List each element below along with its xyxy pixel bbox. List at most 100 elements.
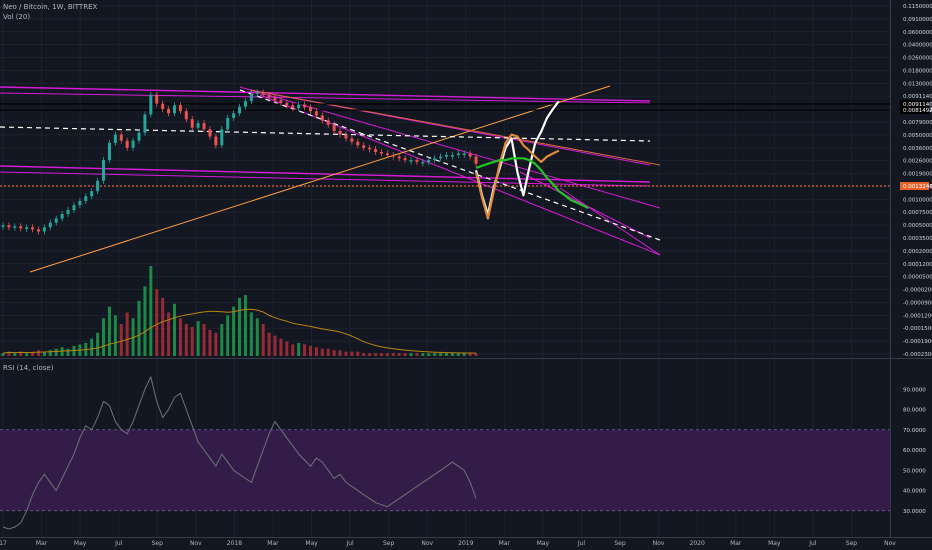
candle[interactable] xyxy=(332,124,336,131)
candle[interactable] xyxy=(90,191,94,197)
candle[interactable] xyxy=(7,225,11,228)
price-chart[interactable]: 0.1150000 0.0910000 0.0600000 0.0400000 0.02… xyxy=(0,0,932,550)
candle[interactable] xyxy=(356,141,360,146)
candle[interactable] xyxy=(125,140,129,148)
candle[interactable] xyxy=(184,111,188,120)
candle[interactable] xyxy=(96,180,100,192)
candle[interactable] xyxy=(468,153,472,157)
candle[interactable] xyxy=(238,106,242,114)
candle[interactable] xyxy=(25,227,29,229)
candle[interactable] xyxy=(338,130,342,135)
candle[interactable] xyxy=(261,92,265,95)
candle[interactable] xyxy=(379,151,383,154)
candle[interactable] xyxy=(155,94,159,104)
candle[interactable] xyxy=(291,105,295,109)
candle[interactable] xyxy=(202,123,206,130)
candle[interactable] xyxy=(445,155,448,157)
candle[interactable] xyxy=(60,214,64,219)
candle[interactable] xyxy=(172,105,176,114)
candle[interactable] xyxy=(450,155,454,157)
candle[interactable] xyxy=(320,115,324,121)
candle[interactable] xyxy=(409,160,413,162)
volume-bar xyxy=(427,353,431,356)
candle[interactable] xyxy=(462,153,466,155)
candle[interactable] xyxy=(350,138,354,142)
candle[interactable] xyxy=(31,227,35,230)
candle[interactable] xyxy=(113,134,117,143)
candle[interactable] xyxy=(249,93,253,102)
candle[interactable] xyxy=(102,160,106,181)
candle[interactable] xyxy=(84,196,88,201)
time-axis-label: Sep xyxy=(846,540,858,547)
volume-legend: Vol (20) xyxy=(3,13,31,21)
candle[interactable] xyxy=(243,101,247,107)
candle[interactable] xyxy=(149,94,153,115)
volume-bar xyxy=(415,353,419,356)
candle[interactable] xyxy=(397,156,401,159)
candle[interactable] xyxy=(279,100,283,103)
volume-bar xyxy=(255,318,259,356)
candle[interactable] xyxy=(456,153,460,156)
price-axis-label: 0.0019000 xyxy=(903,172,932,178)
candle[interactable] xyxy=(474,156,478,164)
candle[interactable] xyxy=(421,161,425,164)
candle[interactable] xyxy=(131,140,135,148)
candle[interactable] xyxy=(303,104,307,108)
rsi-axis-label: 70.0000 xyxy=(903,428,926,434)
candle[interactable] xyxy=(143,114,147,133)
rsi-band xyxy=(0,429,890,511)
candle[interactable] xyxy=(161,103,165,110)
candle[interactable] xyxy=(362,145,366,148)
candle[interactable] xyxy=(214,136,218,146)
candle[interactable] xyxy=(78,200,82,206)
candle[interactable] xyxy=(167,109,171,114)
candle[interactable] xyxy=(232,113,236,118)
time-axis-label: Jul xyxy=(808,540,817,547)
rsi-axis-label: 30.0000 xyxy=(903,509,926,515)
candle[interactable] xyxy=(344,134,348,139)
candle[interactable] xyxy=(178,105,182,112)
price-axis-label: 0.0400000 xyxy=(903,43,932,49)
candle[interactable] xyxy=(42,227,46,232)
candle[interactable] xyxy=(1,225,5,227)
candle[interactable] xyxy=(314,111,318,116)
candle[interactable] xyxy=(196,123,200,128)
candle[interactable] xyxy=(267,94,271,98)
candle[interactable] xyxy=(368,147,372,150)
candle[interactable] xyxy=(273,97,277,101)
candle[interactable] xyxy=(439,156,443,159)
candle[interactable] xyxy=(403,158,407,161)
candle[interactable] xyxy=(190,119,194,128)
candle[interactable] xyxy=(54,218,58,223)
candle[interactable] xyxy=(285,102,289,106)
volume-bar xyxy=(456,353,460,356)
candle[interactable] xyxy=(427,160,431,162)
candle[interactable] xyxy=(66,210,70,215)
time-axis-label: Nov xyxy=(884,540,896,547)
candle[interactable] xyxy=(433,158,437,161)
volume-bar xyxy=(297,342,301,356)
candle[interactable] xyxy=(374,149,378,152)
candle[interactable] xyxy=(19,226,23,229)
candle[interactable] xyxy=(308,107,312,112)
candle[interactable] xyxy=(107,142,111,161)
candle[interactable] xyxy=(36,229,40,232)
candle[interactable] xyxy=(226,117,230,130)
candle[interactable] xyxy=(391,155,395,157)
volume-bar xyxy=(391,353,395,356)
candle[interactable] xyxy=(297,104,301,109)
candle[interactable] xyxy=(48,222,52,228)
candle[interactable] xyxy=(326,120,330,125)
candle[interactable] xyxy=(13,226,17,228)
candle[interactable] xyxy=(385,153,389,156)
candle[interactable] xyxy=(415,160,419,162)
volume-bar xyxy=(273,335,277,356)
candle[interactable] xyxy=(72,205,76,211)
candle[interactable] xyxy=(220,129,224,146)
candle[interactable] xyxy=(208,129,212,137)
time-axis-label: Jul xyxy=(577,540,586,547)
candle[interactable] xyxy=(255,92,259,94)
candle[interactable] xyxy=(137,132,141,141)
candle[interactable] xyxy=(119,134,123,141)
price-axis-label: 0.0260000 xyxy=(903,56,932,62)
